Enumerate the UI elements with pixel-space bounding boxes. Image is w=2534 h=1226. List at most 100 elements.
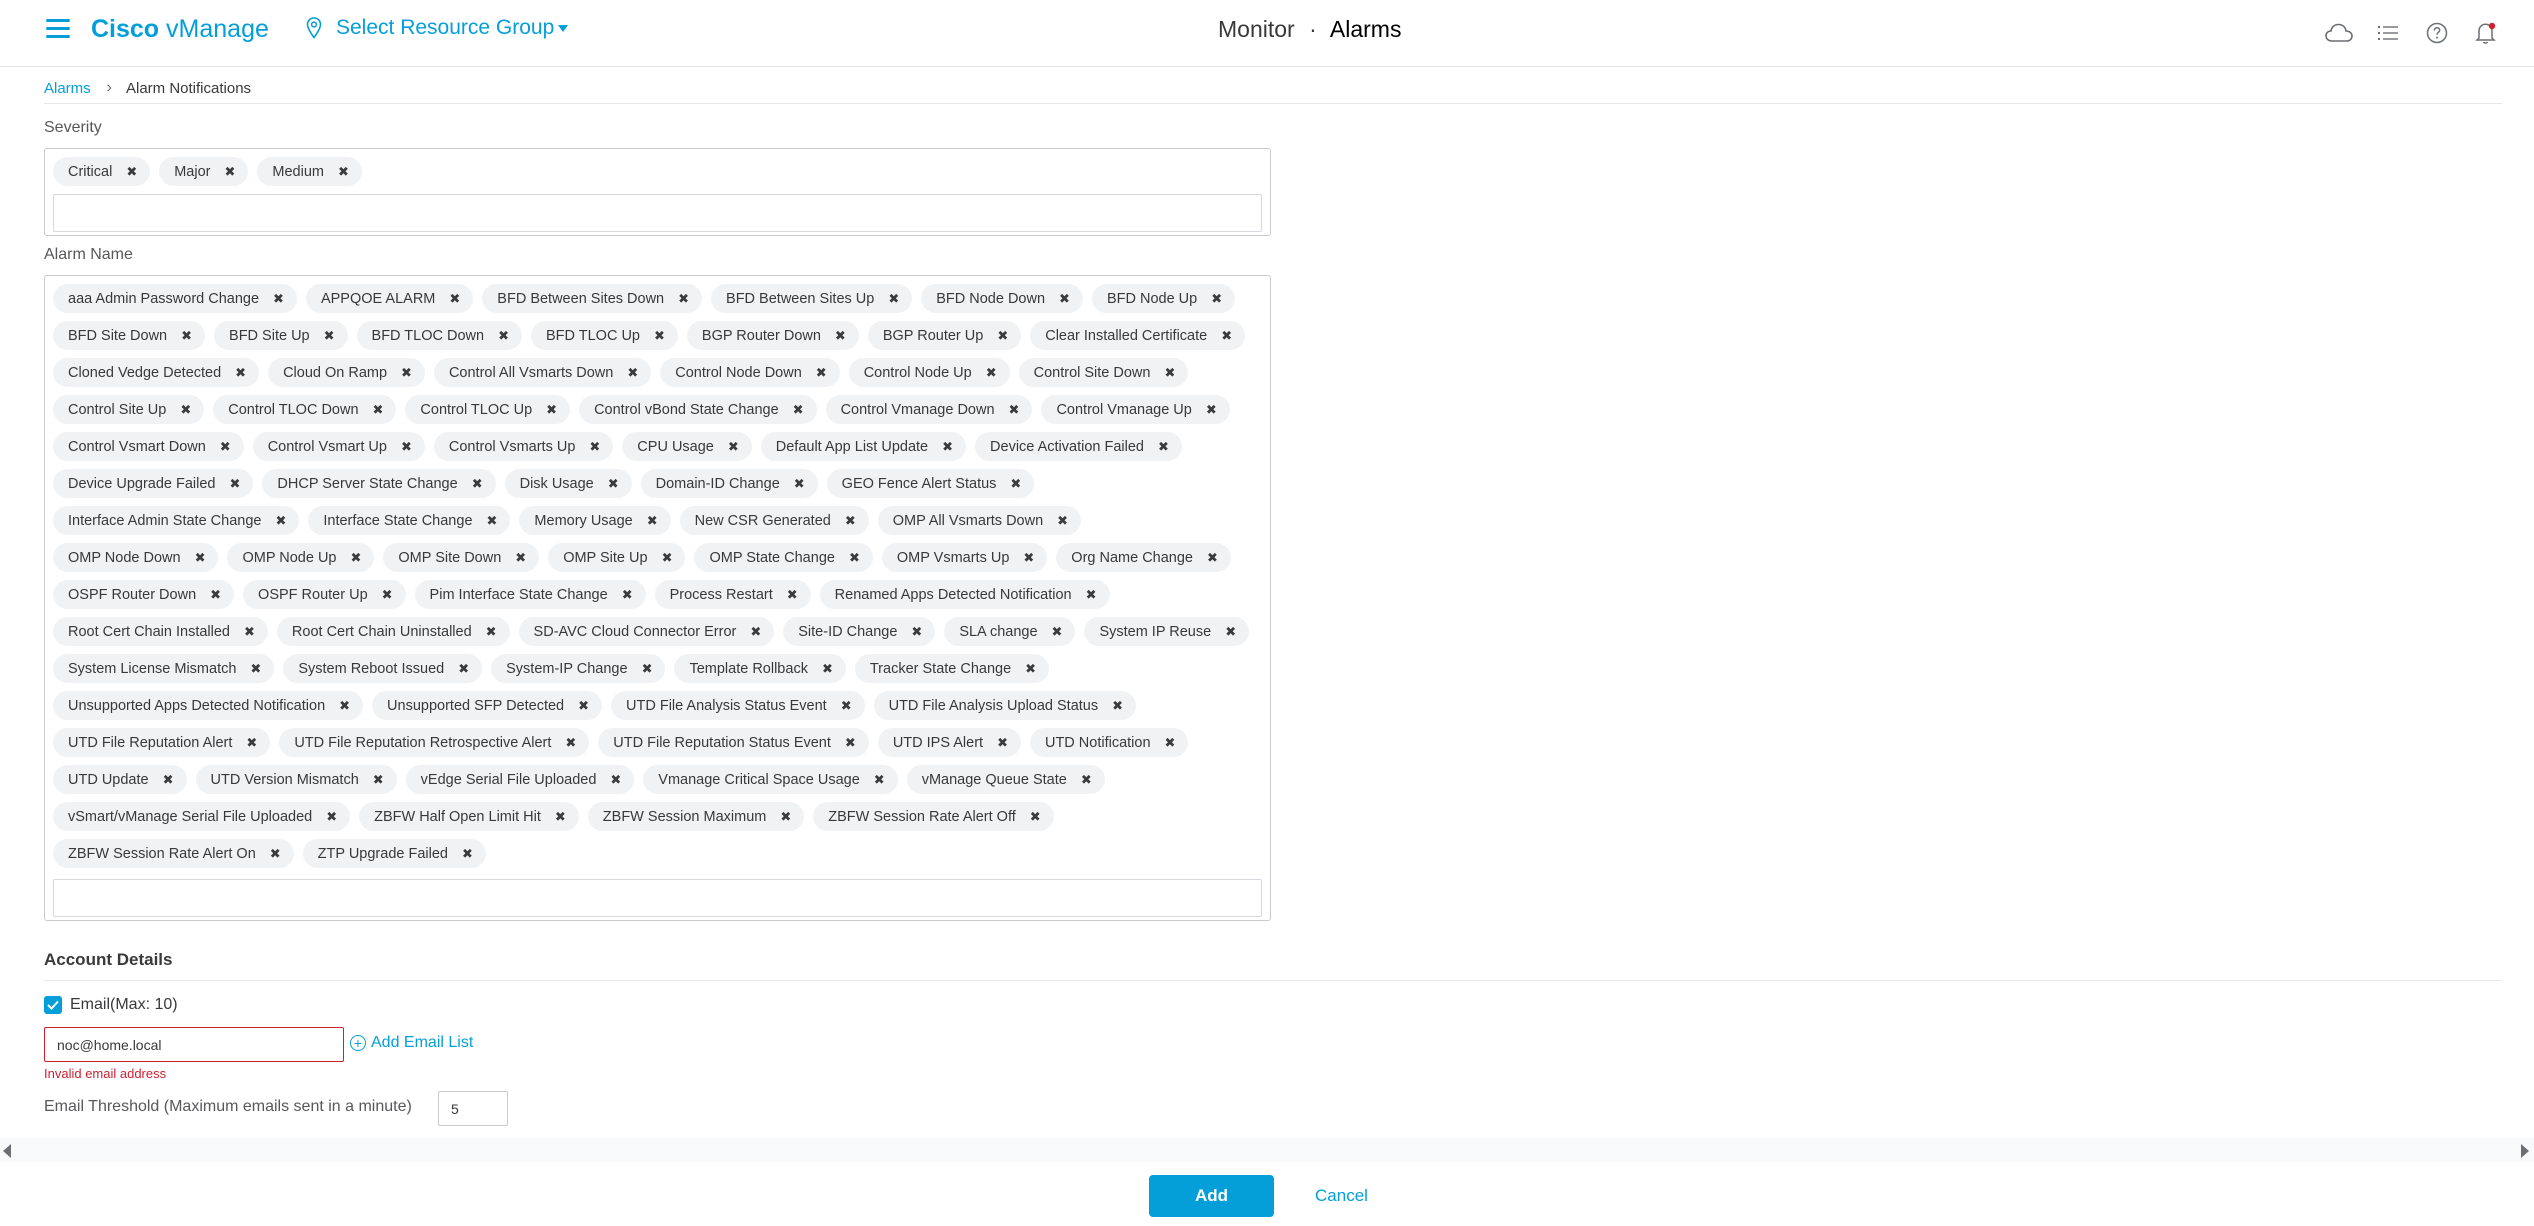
remove-tag-icon[interactable]: ✖ bbox=[373, 402, 384, 418]
remove-tag-icon[interactable]: ✖ bbox=[351, 550, 362, 566]
remove-tag-icon[interactable]: ✖ bbox=[610, 772, 621, 788]
remove-tag-icon[interactable]: ✖ bbox=[126, 164, 137, 180]
remove-tag-icon[interactable]: ✖ bbox=[1086, 587, 1097, 603]
remove-tag-icon[interactable]: ✖ bbox=[472, 476, 483, 492]
remove-tag-icon[interactable]: ✖ bbox=[275, 513, 286, 529]
remove-tag-icon[interactable]: ✖ bbox=[250, 661, 261, 677]
remove-tag-icon[interactable]: ✖ bbox=[845, 513, 856, 529]
remove-tag-icon[interactable]: ✖ bbox=[195, 550, 206, 566]
remove-tag-icon[interactable]: ✖ bbox=[546, 402, 557, 418]
remove-tag-icon[interactable]: ✖ bbox=[780, 809, 791, 825]
remove-tag-icon[interactable]: ✖ bbox=[627, 365, 638, 381]
notification-bell-icon[interactable] bbox=[2470, 17, 2502, 49]
remove-tag-icon[interactable]: ✖ bbox=[750, 624, 761, 640]
remove-tag-icon[interactable]: ✖ bbox=[874, 772, 885, 788]
remove-tag-icon[interactable]: ✖ bbox=[678, 291, 689, 307]
remove-tag-icon[interactable]: ✖ bbox=[1206, 402, 1217, 418]
remove-tag-icon[interactable]: ✖ bbox=[1030, 809, 1041, 825]
remove-tag-icon[interactable]: ✖ bbox=[163, 772, 174, 788]
remove-tag-icon[interactable]: ✖ bbox=[401, 439, 412, 455]
remove-tag-icon[interactable]: ✖ bbox=[997, 328, 1008, 344]
remove-tag-icon[interactable]: ✖ bbox=[270, 846, 281, 862]
task-list-icon[interactable] bbox=[2372, 17, 2404, 49]
remove-tag-icon[interactable]: ✖ bbox=[1164, 365, 1175, 381]
remove-tag-icon[interactable]: ✖ bbox=[793, 402, 804, 418]
remove-tag-icon[interactable]: ✖ bbox=[339, 698, 350, 714]
remove-tag-icon[interactable]: ✖ bbox=[246, 735, 257, 751]
remove-tag-icon[interactable]: ✖ bbox=[578, 698, 589, 714]
remove-tag-icon[interactable]: ✖ bbox=[997, 735, 1008, 751]
remove-tag-icon[interactable]: ✖ bbox=[458, 661, 469, 677]
remove-tag-icon[interactable]: ✖ bbox=[244, 624, 255, 640]
remove-tag-icon[interactable]: ✖ bbox=[787, 587, 798, 603]
remove-tag-icon[interactable]: ✖ bbox=[841, 698, 852, 714]
remove-tag-icon[interactable]: ✖ bbox=[449, 291, 460, 307]
remove-tag-icon[interactable]: ✖ bbox=[565, 735, 576, 751]
remove-tag-icon[interactable]: ✖ bbox=[1211, 291, 1222, 307]
remove-tag-icon[interactable]: ✖ bbox=[373, 772, 384, 788]
remove-tag-icon[interactable]: ✖ bbox=[273, 291, 284, 307]
remove-tag-icon[interactable]: ✖ bbox=[822, 661, 833, 677]
remove-tag-icon[interactable]: ✖ bbox=[181, 328, 192, 344]
remove-tag-icon[interactable]: ✖ bbox=[235, 365, 246, 381]
remove-tag-icon[interactable]: ✖ bbox=[1158, 439, 1169, 455]
cancel-button[interactable]: Cancel bbox=[1294, 1175, 1389, 1217]
remove-tag-icon[interactable]: ✖ bbox=[382, 587, 393, 603]
remove-tag-icon[interactable]: ✖ bbox=[911, 624, 922, 640]
remove-tag-icon[interactable]: ✖ bbox=[486, 624, 497, 640]
remove-tag-icon[interactable]: ✖ bbox=[1059, 291, 1070, 307]
remove-tag-icon[interactable]: ✖ bbox=[1221, 328, 1232, 344]
remove-tag-icon[interactable]: ✖ bbox=[662, 550, 673, 566]
scroll-left-arrow-icon[interactable] bbox=[3, 1144, 11, 1158]
remove-tag-icon[interactable]: ✖ bbox=[816, 365, 827, 381]
remove-tag-icon[interactable]: ✖ bbox=[1165, 735, 1176, 751]
remove-tag-icon[interactable]: ✖ bbox=[498, 328, 509, 344]
email-field[interactable] bbox=[44, 1027, 344, 1062]
remove-tag-icon[interactable]: ✖ bbox=[1225, 624, 1236, 640]
remove-tag-icon[interactable]: ✖ bbox=[1009, 402, 1020, 418]
remove-tag-icon[interactable]: ✖ bbox=[1023, 550, 1034, 566]
remove-tag-icon[interactable]: ✖ bbox=[1081, 772, 1092, 788]
add-email-list-button[interactable]: + Add Email List bbox=[350, 1034, 473, 1052]
severity-multiselect[interactable]: Critical ✖ Major ✖ Medium ✖ bbox=[44, 148, 1271, 236]
email-checkbox[interactable] bbox=[44, 996, 62, 1014]
remove-tag-icon[interactable]: ✖ bbox=[608, 476, 619, 492]
remove-tag-icon[interactable]: ✖ bbox=[622, 587, 633, 603]
remove-tag-icon[interactable]: ✖ bbox=[1010, 476, 1021, 492]
remove-tag-icon[interactable]: ✖ bbox=[728, 439, 739, 455]
remove-tag-icon[interactable]: ✖ bbox=[1207, 550, 1218, 566]
severity-search-input[interactable] bbox=[53, 194, 1262, 232]
brand-logo[interactable]: Cisco vManage bbox=[91, 15, 269, 44]
remove-tag-icon[interactable]: ✖ bbox=[1025, 661, 1036, 677]
resource-group-selector[interactable]: Select Resource Group bbox=[306, 16, 569, 40]
remove-tag-icon[interactable]: ✖ bbox=[224, 164, 235, 180]
alarm-name-search-input[interactable] bbox=[53, 879, 1262, 917]
scroll-right-arrow-icon[interactable] bbox=[2521, 1144, 2529, 1158]
hamburger-menu-icon[interactable] bbox=[46, 19, 70, 39]
remove-tag-icon[interactable]: ✖ bbox=[487, 513, 498, 529]
remove-tag-icon[interactable]: ✖ bbox=[845, 735, 856, 751]
remove-tag-icon[interactable]: ✖ bbox=[1112, 698, 1123, 714]
remove-tag-icon[interactable]: ✖ bbox=[515, 550, 526, 566]
remove-tag-icon[interactable]: ✖ bbox=[1057, 513, 1068, 529]
remove-tag-icon[interactable]: ✖ bbox=[555, 809, 566, 825]
help-icon[interactable] bbox=[2421, 17, 2453, 49]
remove-tag-icon[interactable]: ✖ bbox=[180, 402, 191, 418]
alarm-name-multiselect[interactable]: aaa Admin Password Change ✖ APPQOE ALARM ✖ B… bbox=[44, 275, 1271, 921]
remove-tag-icon[interactable]: ✖ bbox=[888, 291, 899, 307]
remove-tag-icon[interactable]: ✖ bbox=[230, 476, 241, 492]
remove-tag-icon[interactable]: ✖ bbox=[835, 328, 846, 344]
remove-tag-icon[interactable]: ✖ bbox=[1052, 624, 1063, 640]
remove-tag-icon[interactable]: ✖ bbox=[986, 365, 997, 381]
remove-tag-icon[interactable]: ✖ bbox=[794, 476, 805, 492]
remove-tag-icon[interactable]: ✖ bbox=[642, 661, 653, 677]
remove-tag-icon[interactable]: ✖ bbox=[324, 328, 335, 344]
horizontal-scrollbar[interactable] bbox=[0, 1138, 2534, 1162]
cloud-icon[interactable] bbox=[2323, 17, 2355, 49]
remove-tag-icon[interactable]: ✖ bbox=[647, 513, 658, 529]
remove-tag-icon[interactable]: ✖ bbox=[220, 439, 231, 455]
remove-tag-icon[interactable]: ✖ bbox=[338, 164, 349, 180]
remove-tag-icon[interactable]: ✖ bbox=[462, 846, 473, 862]
remove-tag-icon[interactable]: ✖ bbox=[654, 328, 665, 344]
remove-tag-icon[interactable]: ✖ bbox=[401, 365, 412, 381]
